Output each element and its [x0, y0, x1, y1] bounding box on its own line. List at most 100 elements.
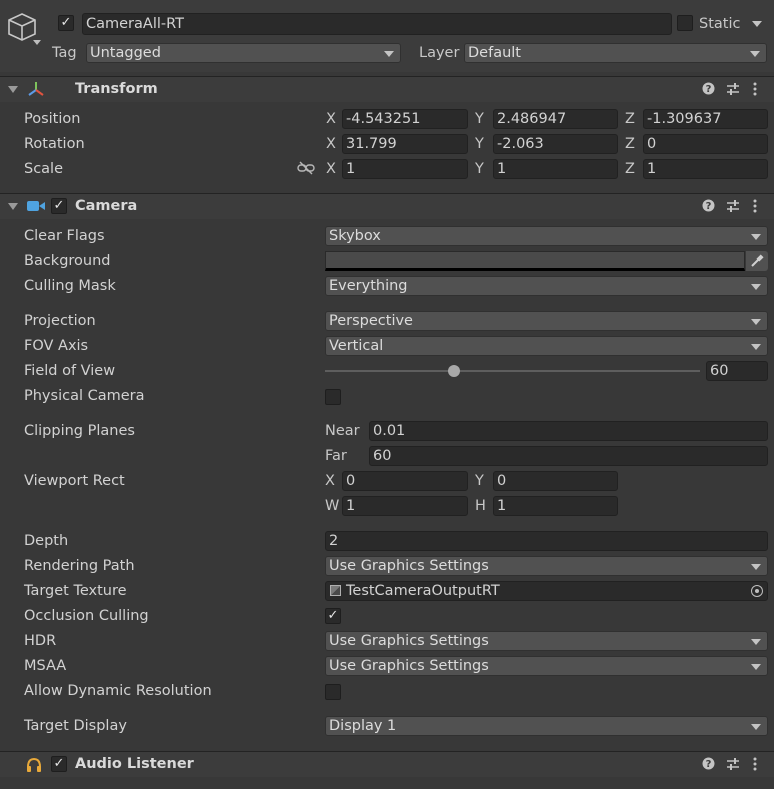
rotation-x-axis[interactable]: X — [326, 134, 336, 154]
target-display-dropdown[interactable]: Display 1 — [325, 716, 768, 736]
foldout-arrow-icon[interactable] — [8, 86, 18, 93]
position-x-axis[interactable]: X — [326, 109, 336, 129]
projection-dropdown[interactable]: Perspective — [325, 311, 768, 331]
preset-sliders-icon[interactable] — [726, 757, 740, 776]
background-color-field[interactable] — [325, 251, 745, 271]
hdr-label: HDR — [24, 633, 57, 649]
tag-label: Tag — [52, 45, 77, 61]
far-field[interactable]: 60 — [369, 446, 768, 466]
eyedropper-icon[interactable] — [746, 251, 768, 271]
msaa-dropdown[interactable]: Use Graphics Settings — [325, 656, 768, 676]
viewport-y-label[interactable]: Y — [475, 471, 484, 491]
svg-text:?: ? — [706, 84, 712, 95]
rotation-z-axis[interactable]: Z — [625, 134, 635, 154]
viewport-y-field[interactable]: 0 — [493, 471, 618, 491]
far-label[interactable]: Far — [325, 446, 347, 466]
target-display-value: Display 1 — [329, 718, 397, 734]
svg-text:?: ? — [706, 201, 712, 212]
texture-asset-icon — [330, 585, 341, 596]
depth-field[interactable]: 2 — [325, 531, 768, 551]
target-texture-value: TestCameraOutputRT — [346, 583, 500, 599]
hdr-dropdown[interactable]: Use Graphics Settings — [325, 631, 768, 651]
clipping-planes-label: Clipping Planes — [24, 423, 135, 439]
kebab-menu-icon[interactable] — [752, 82, 758, 101]
gameobject-name-input[interactable]: CameraAll-RT — [82, 13, 672, 35]
scale-z-axis[interactable]: Z — [625, 159, 635, 179]
clear-flags-label: Clear Flags — [24, 228, 105, 244]
static-dropdown-arrow[interactable] — [752, 21, 762, 27]
position-y-field[interactable]: 2.486947 — [493, 109, 618, 129]
audio-listener-header[interactable]: ✓ Audio Listener ? — [0, 751, 774, 777]
position-x-field[interactable]: -4.543251 — [342, 109, 468, 129]
viewport-w-field[interactable]: 1 — [342, 496, 468, 516]
scale-y-field[interactable]: 1 — [493, 159, 618, 179]
audio-listener-title: Audio Listener — [75, 756, 194, 772]
occlusion-culling-checkbox[interactable]: ✓ — [325, 608, 341, 624]
projection-label: Projection — [24, 313, 96, 329]
scale-y-axis[interactable]: Y — [475, 159, 484, 179]
kebab-menu-icon[interactable] — [752, 757, 758, 776]
fov-value-field[interactable]: 60 — [706, 361, 768, 381]
scale-x-field[interactable]: 1 — [342, 159, 468, 179]
foldout-arrow-icon[interactable] — [8, 203, 18, 210]
viewport-w-label[interactable]: W — [325, 496, 339, 516]
physical-camera-checkbox[interactable] — [325, 389, 341, 405]
target-display-label: Target Display — [24, 718, 127, 734]
viewport-h-label[interactable]: H — [475, 496, 486, 516]
link-broken-icon[interactable] — [297, 161, 315, 175]
rendering-path-label: Rendering Path — [24, 558, 135, 574]
icon-dropdown-arrow-icon[interactable] — [33, 40, 41, 45]
transform-title: Transform — [75, 81, 158, 97]
rotation-y-field[interactable]: -2.063 — [493, 134, 618, 154]
fov-axis-dropdown[interactable]: Vertical — [325, 336, 768, 356]
clear-flags-dropdown[interactable]: Skybox — [325, 226, 768, 246]
preset-sliders-icon[interactable] — [726, 82, 740, 101]
headphones-icon — [25, 756, 43, 774]
projection-value: Perspective — [329, 313, 413, 329]
near-label[interactable]: Near — [325, 421, 360, 441]
static-checkbox[interactable] — [677, 15, 693, 31]
camera-header[interactable]: ✓ Camera ? — [0, 193, 774, 219]
cube-icon[interactable] — [5, 10, 39, 44]
depth-label: Depth — [24, 533, 69, 549]
position-z-axis[interactable]: Z — [625, 109, 635, 129]
dynamic-resolution-checkbox[interactable] — [325, 684, 341, 700]
background-label: Background — [24, 253, 111, 269]
viewport-h-field[interactable]: 1 — [493, 496, 618, 516]
rotation-x-field[interactable]: 31.799 — [342, 134, 468, 154]
svg-text:?: ? — [706, 759, 712, 770]
fov-axis-value: Vertical — [329, 338, 384, 354]
kebab-menu-icon[interactable] — [752, 199, 758, 218]
transform-header[interactable]: Transform ? — [0, 76, 774, 102]
scale-z-field[interactable]: 1 — [643, 159, 768, 179]
culling-mask-dropdown[interactable]: Everything — [325, 276, 768, 296]
tag-dropdown[interactable]: Untagged — [86, 43, 401, 63]
occlusion-culling-label: Occlusion Culling — [24, 608, 149, 624]
target-picker-icon[interactable] — [751, 585, 763, 597]
rotation-y-axis[interactable]: Y — [475, 134, 484, 154]
viewport-x-field[interactable]: 0 — [342, 471, 468, 491]
help-icon[interactable]: ? — [702, 82, 715, 100]
near-field[interactable]: 0.01 — [369, 421, 768, 441]
rendering-path-dropdown[interactable]: Use Graphics Settings — [325, 556, 768, 576]
viewport-x-label[interactable]: X — [325, 471, 335, 491]
field-of-view-label: Field of View — [24, 363, 116, 379]
fov-slider-thumb[interactable] — [448, 365, 460, 377]
clear-flags-value: Skybox — [329, 228, 381, 244]
preset-sliders-icon[interactable] — [726, 199, 740, 218]
fov-slider-track[interactable] — [325, 370, 700, 372]
fov-axis-label: FOV Axis — [24, 338, 89, 354]
gameobject-active-checkbox[interactable]: ✓ — [58, 15, 74, 31]
camera-enabled-checkbox[interactable]: ✓ — [51, 198, 67, 214]
layer-dropdown[interactable]: Default — [464, 43, 767, 63]
position-z-field[interactable]: -1.309637 — [643, 109, 768, 129]
help-icon[interactable]: ? — [702, 199, 715, 217]
camera-title: Camera — [75, 198, 138, 214]
audio-listener-enabled-checkbox[interactable]: ✓ — [51, 756, 67, 772]
scale-x-axis[interactable]: X — [326, 159, 336, 179]
help-icon[interactable]: ? — [702, 757, 715, 775]
rotation-z-field[interactable]: 0 — [643, 134, 768, 154]
msaa-label: MSAA — [24, 658, 67, 674]
position-y-axis[interactable]: Y — [475, 109, 484, 129]
target-texture-field[interactable]: TestCameraOutputRT — [325, 581, 768, 601]
